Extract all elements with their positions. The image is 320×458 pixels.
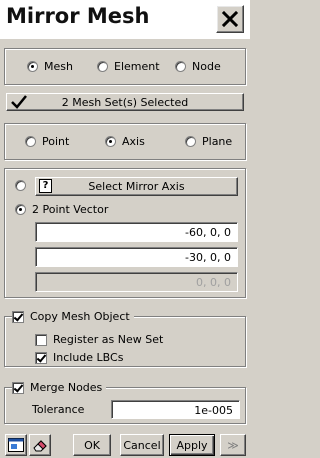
radio-node[interactable]: Node	[175, 60, 221, 73]
radio-point-label: Point	[42, 135, 70, 148]
entity-type-group: Mesh Element Node	[4, 48, 246, 85]
window-title: Mirror Mesh	[6, 4, 150, 28]
selection-button-label: 2 Mesh Set(s) Selected	[61, 95, 189, 109]
radio-indicator	[27, 61, 38, 72]
tolerance-label: Tolerance	[32, 403, 85, 416]
help-panel-icon	[8, 438, 24, 452]
close-icon	[221, 10, 239, 28]
include-lbcs-label: Include LBCs	[53, 351, 124, 364]
radio-node-label: Node	[192, 60, 221, 73]
mirror-axis-group: ? Select Mirror Axis 2 Point Vector -60,…	[4, 168, 246, 298]
point-one-field[interactable]: -60, 0, 0	[35, 222, 238, 242]
radio-indicator	[185, 136, 196, 147]
radio-point[interactable]: Point	[25, 135, 69, 148]
register-new-set-checkbox[interactable]: Register as New Set	[35, 333, 163, 346]
ok-button[interactable]: OK	[73, 434, 111, 456]
help-button[interactable]	[5, 434, 27, 456]
copy-mesh-label: Copy Mesh Object	[30, 310, 130, 323]
checkmark-icon	[11, 95, 27, 109]
radio-indicator	[175, 61, 186, 72]
checkbox-indicator	[35, 333, 47, 346]
include-lbcs-checkbox[interactable]: Include LBCs	[35, 351, 123, 364]
radio-indicator	[15, 204, 26, 215]
register-new-set-label: Register as New Set	[53, 333, 164, 346]
select-mirror-axis-button[interactable]: ? Select Mirror Axis	[35, 177, 238, 196]
apply-button[interactable]: Apply	[169, 434, 215, 456]
radio-element[interactable]: Element	[97, 60, 160, 73]
radio-indicator	[25, 136, 36, 147]
close-button[interactable]	[216, 5, 244, 33]
selection-button[interactable]: 2 Mesh Set(s) Selected	[6, 93, 244, 111]
point-two-field[interactable]: -30, 0, 0	[35, 247, 238, 267]
more-button[interactable]: ≫	[220, 434, 246, 456]
radio-indicator	[105, 136, 116, 147]
eraser-icon	[33, 440, 47, 452]
radio-plane[interactable]: Plane	[185, 135, 232, 148]
mirror-type-group: Point Axis Plane	[4, 123, 246, 160]
copy-mesh-checkbox[interactable]: Copy Mesh Object	[12, 310, 134, 323]
radio-indicator	[15, 180, 26, 191]
radio-axis[interactable]: Axis	[105, 135, 145, 148]
radio-select-axis[interactable]	[15, 180, 32, 191]
select-mirror-axis-label: Select Mirror Axis	[88, 180, 185, 193]
eraser-button[interactable]	[29, 434, 51, 456]
title-bar: Mirror Mesh	[0, 0, 250, 40]
radio-mesh[interactable]: Mesh	[27, 60, 73, 73]
vector-result-field: 0, 0, 0	[35, 272, 238, 292]
copy-mesh-group: Register as New Set Include LBCs	[4, 316, 246, 367]
radio-two-point-vector[interactable]: 2 Point Vector	[15, 203, 108, 216]
radio-indicator	[97, 61, 108, 72]
radio-axis-label: Axis	[122, 135, 145, 148]
question-icon: ?	[39, 179, 52, 193]
radio-plane-label: Plane	[202, 135, 233, 148]
cancel-button[interactable]: Cancel	[120, 434, 164, 456]
tolerance-field[interactable]: 1e-005	[111, 400, 240, 419]
checkbox-indicator	[12, 381, 24, 394]
checkbox-indicator	[12, 310, 24, 323]
checkbox-indicator	[35, 351, 47, 364]
merge-nodes-checkbox[interactable]: Merge Nodes	[12, 381, 107, 394]
two-point-vector-label: 2 Point Vector	[32, 203, 109, 216]
radio-mesh-label: Mesh	[44, 60, 73, 73]
radio-element-label: Element	[114, 60, 160, 73]
merge-nodes-label: Merge Nodes	[30, 381, 103, 394]
